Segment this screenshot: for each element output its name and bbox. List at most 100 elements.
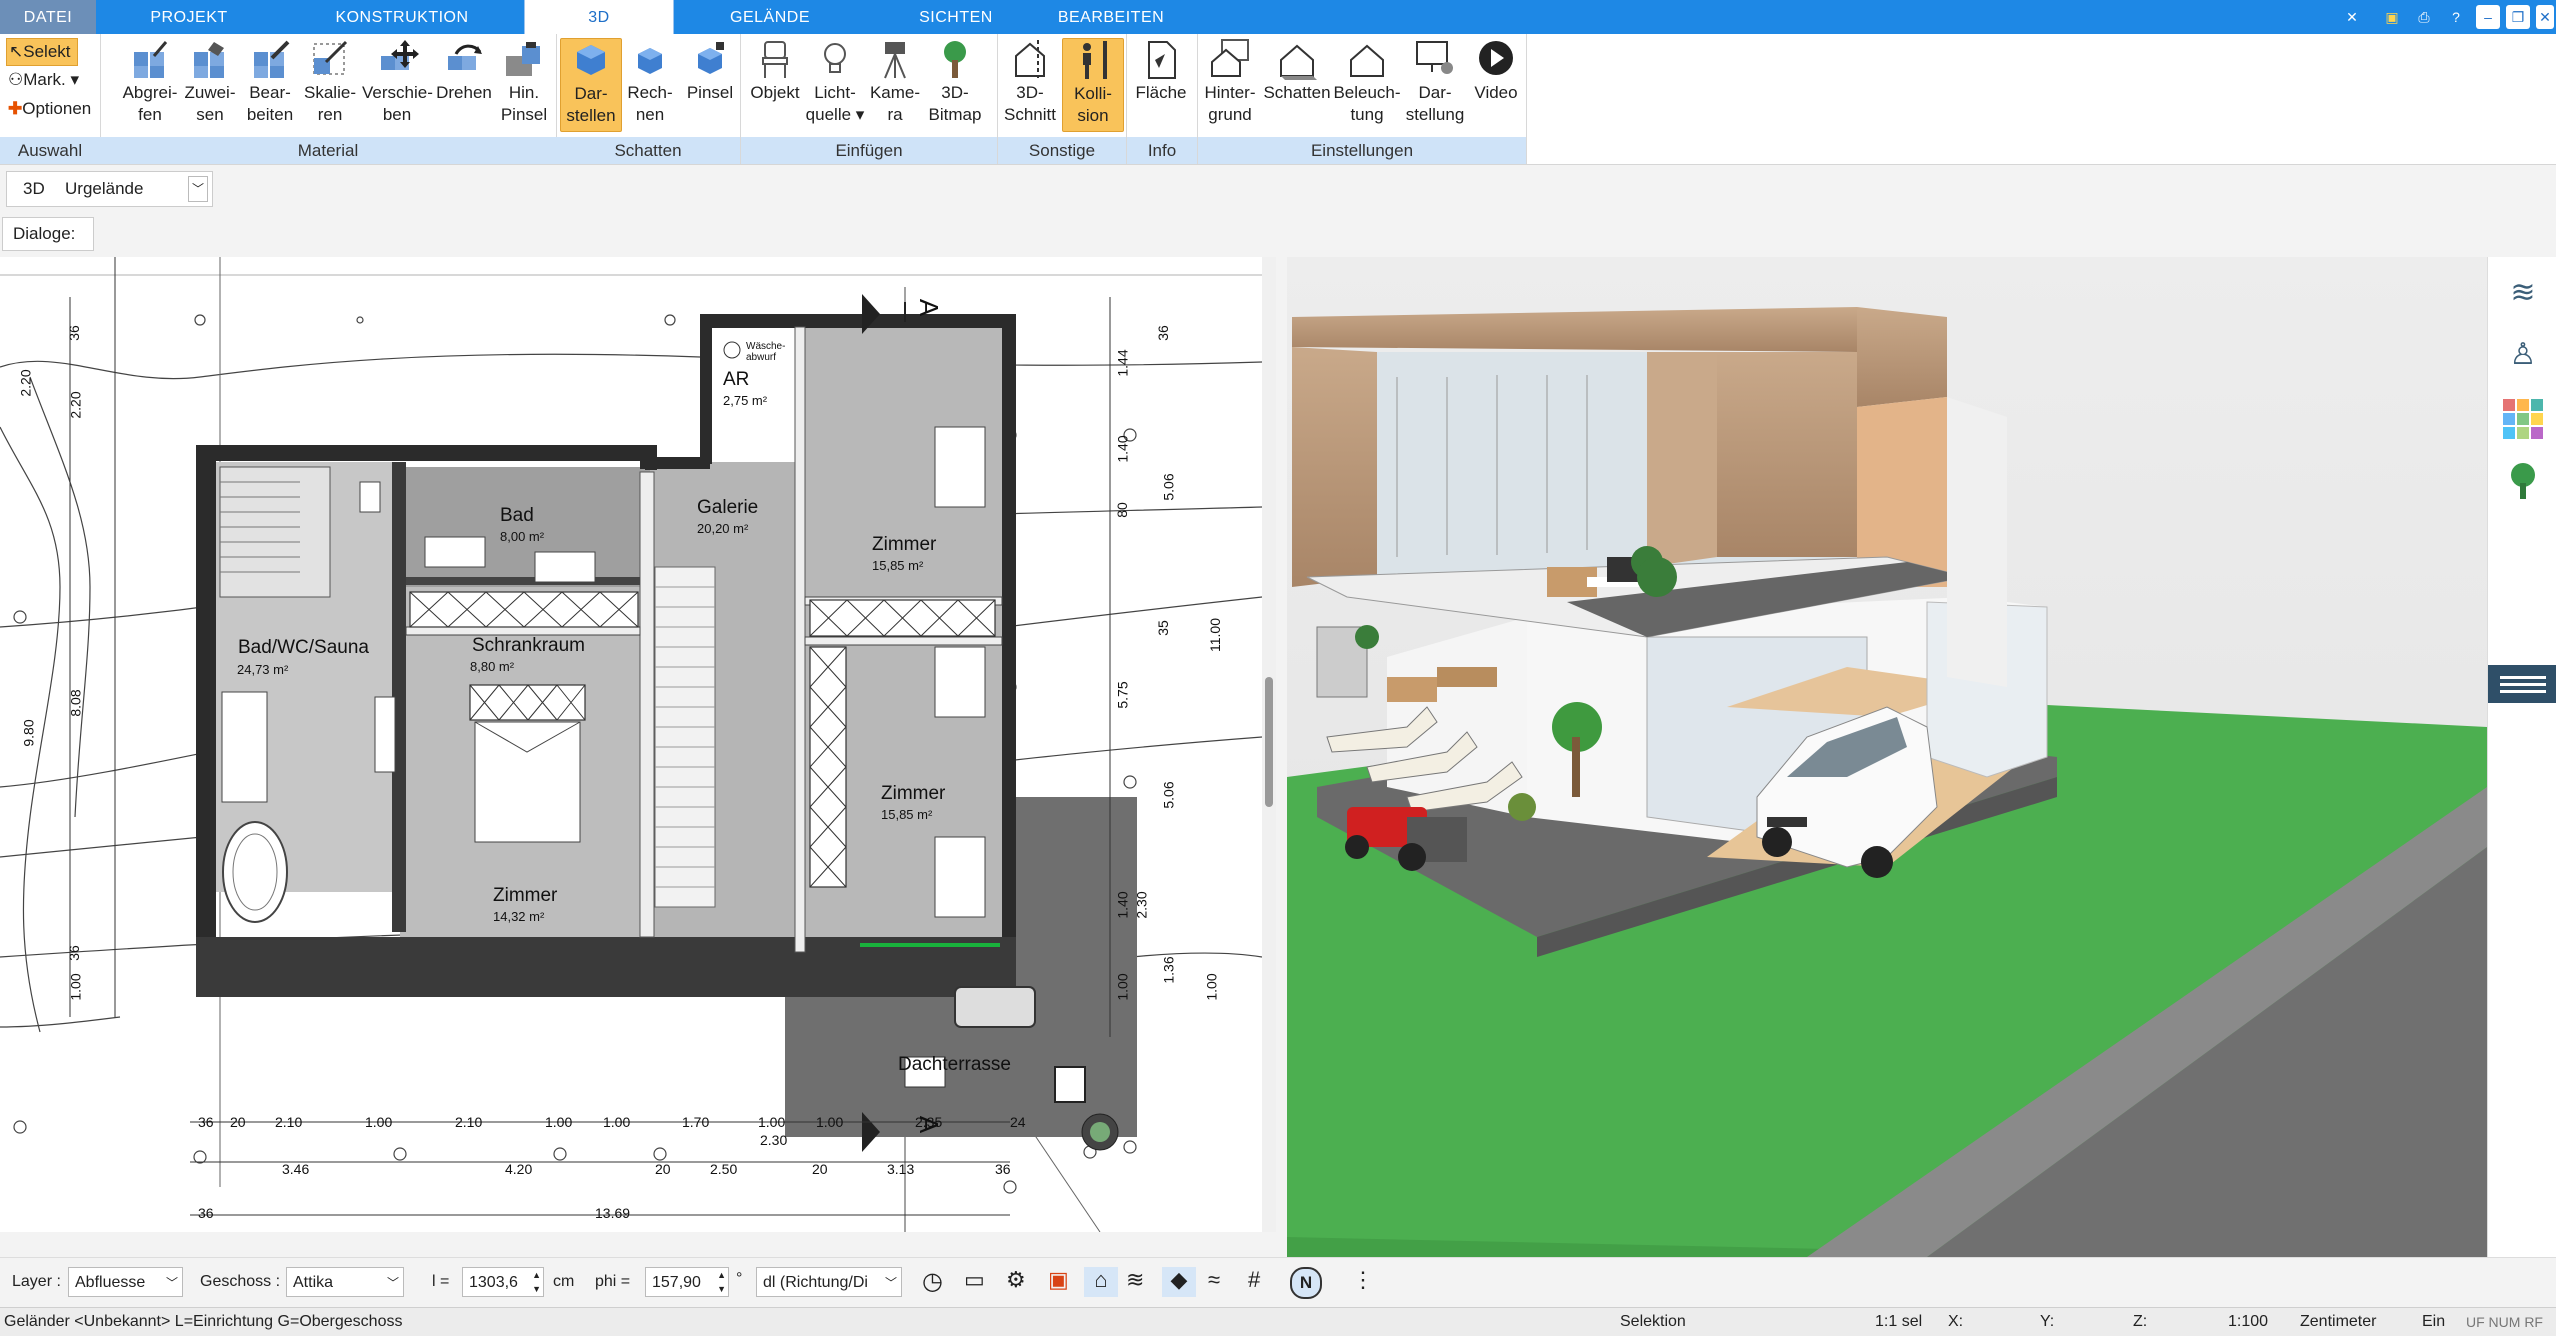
waesche-label: Wäsche-abwurf [746,341,786,363]
spinner-icon[interactable]: ▲ ▼ [717,1268,726,1296]
hint-brush-button[interactable]: Hin. Pinsel [494,38,554,126]
dim-label: 20 [655,1161,671,1177]
tree-panel-icon[interactable] [2503,461,2543,501]
direction-select[interactable]: dl (Richtung/Di ﹀ [756,1267,902,1297]
house-shadow-icon [1280,44,1317,80]
more-icon[interactable]: ⋮ [1352,1267,1374,1293]
phi-input[interactable]: 157,90 ▲ ▼ [645,1267,729,1297]
chair-panel-icon[interactable]: ♙ [2503,337,2543,377]
length-unit: cm [553,1273,575,1290]
hatch-icon[interactable]: ≋ [1126,1267,1144,1293]
mark-button[interactable]: ⚇Mark. ▾ [8,67,79,93]
status-flags: UF NUM RF [2466,1314,2543,1330]
plus-icon: ✚ [8,99,23,118]
floor-plan-drawing [0,257,1262,1232]
dim-label: 2.30 [760,1132,788,1148]
room-label: Schrankraum [472,635,585,656]
ribbon-tab-bar: DATEI PROJEKT KONSTRUKTION 3D GELÄNDE SI… [0,0,2556,34]
print-icon[interactable]: ⎙ [2412,5,2436,29]
right-side-panel: ≋ ♙ [2487,257,2556,1257]
insert-camera-button[interactable]: Kame-ra [865,38,925,126]
paint-bucket-icon [194,42,224,78]
dim-label: 2.10 [455,1114,483,1130]
tab-3d[interactable]: 3D [524,0,674,34]
floor-plan-view[interactable]: Bad/WC/Sauna 24,73 m² Bad 8,00 m² Schran… [0,257,1268,1232]
insert-light-button[interactable]: Licht-quelle ▾ [805,38,865,126]
group-label-material: Material [100,137,556,164]
3d-view[interactable] [1287,257,2487,1257]
collision-button[interactable]: Kolli-sion [1062,38,1124,132]
grid-icon[interactable]: # [1248,1267,1260,1293]
dim-label: 5.06 [1160,473,1177,501]
shadow-settings-button[interactable]: Schatten [1262,38,1332,104]
show-shadow-button[interactable]: Dar-stellen [560,38,622,132]
3d-section-button[interactable]: 3D- Schnitt [1000,38,1060,126]
lighting-button[interactable]: Beleuch-tung [1332,38,1402,126]
monitor-icon[interactable]: ▭ [964,1267,985,1293]
dim-label: 1.00 [1203,973,1220,1001]
material-palette-icon[interactable] [2503,399,2543,439]
clock-icon[interactable]: ◷ [922,1267,943,1296]
video-button[interactable]: Video [1466,38,1526,104]
object-icon[interactable]: ▣ [1048,1267,1069,1293]
dim-label: 1.00 [1114,973,1131,1001]
tab-project[interactable]: PROJEKT [96,0,282,34]
group-einfuegen: Objekt Licht-quelle ▾ Kame-ra 3D- Bitmap … [741,34,998,164]
edit-material-button[interactable]: Bear-beiten [240,38,300,126]
insert-object-button[interactable]: Objekt [745,38,805,104]
rotate-material-button[interactable]: Drehen [434,38,494,104]
area-info-button[interactable]: Fläche [1131,38,1191,104]
spinner-icon[interactable]: ▲ ▼ [532,1268,541,1296]
tab-file[interactable]: DATEI [0,0,96,34]
tools-icon[interactable]: ✕ [2340,5,2364,29]
wave-icon[interactable]: ≈ [1208,1267,1220,1293]
assign-material-button[interactable]: Zuwei-sen [180,38,240,126]
length-input[interactable]: 1303,6 ▲ ▼ [462,1267,544,1297]
close-icon[interactable]: ✕ [2536,5,2554,29]
chair-icon [762,41,788,78]
dim-label: 1.36 [1160,956,1177,984]
monitor-settings-icon [1416,41,1453,74]
display-button[interactable]: Dar-stellung [1402,38,1468,126]
room-area: 15,85 m² [881,807,933,822]
options-button[interactable]: ✚Optionen [8,96,91,122]
dim-label: 1.00 [67,973,84,1001]
layer-select[interactable]: Abfluesse ﹀ [68,1267,183,1297]
select-button[interactable]: ↖Selekt [6,38,78,66]
tab-terrain[interactable]: GELÄNDE [674,0,866,34]
plan-vscroll-thumb[interactable] [1265,677,1273,807]
background-button[interactable]: Hinter-grund [1200,38,1260,126]
scale-material-button[interactable]: Skalie-ren [300,38,360,126]
tab-edit[interactable]: BEARBEITEN [1046,0,1176,34]
chevron-down-icon: ﹀ [386,1276,399,1290]
insert-3d-bitmap-button[interactable]: 3D- Bitmap [925,38,985,126]
dim-label: 11.00 [1207,618,1223,652]
floor-select[interactable]: Attika ﹀ [286,1267,404,1297]
room-area: 8,00 m² [500,529,545,544]
terrain-select[interactable]: 3D Urgelände ﹀ [6,171,213,207]
minimize-icon[interactable]: – [2476,5,2500,29]
shadow-brush-button[interactable]: Pinsel [680,38,740,104]
camera-walk-icon[interactable]: ⚙ [1006,1267,1026,1293]
tab-views[interactable]: SICHTEN [866,0,1046,34]
move-material-button[interactable]: Verschie-ben [362,38,433,126]
layers-icon[interactable]: ≋ [2503,275,2543,315]
dim-label: 1.40 [1114,891,1131,919]
tab-construction[interactable]: KONSTRUKTION [282,0,522,34]
pick-material-button[interactable]: Abgrei-fen [120,38,180,126]
section-tool-icon[interactable]: ⌂ [1084,1267,1118,1297]
help-icon[interactable]: ? [2444,5,2468,29]
dim-label: 36 [198,1205,214,1221]
layer-label: Layer : [12,1273,61,1290]
plan-vertical-scrollbar[interactable] [1262,257,1276,1232]
restore-icon[interactable]: ❐ [2506,5,2530,29]
hamburger-menu-icon[interactable] [2488,665,2556,703]
cursor-icon: ↖ [9,42,24,61]
north-icon[interactable]: N [1290,1267,1322,1299]
layer-stack-icon[interactable]: ◆ [1162,1267,1196,1297]
compute-shadow-button[interactable]: Rech-nen [620,38,680,126]
room-label: Galerie [697,497,759,518]
dim-label: 5.75 [1114,681,1131,709]
document-icon[interactable]: ▣ [2380,5,2404,29]
chevron-down-icon[interactable]: ﹀ [188,176,208,202]
